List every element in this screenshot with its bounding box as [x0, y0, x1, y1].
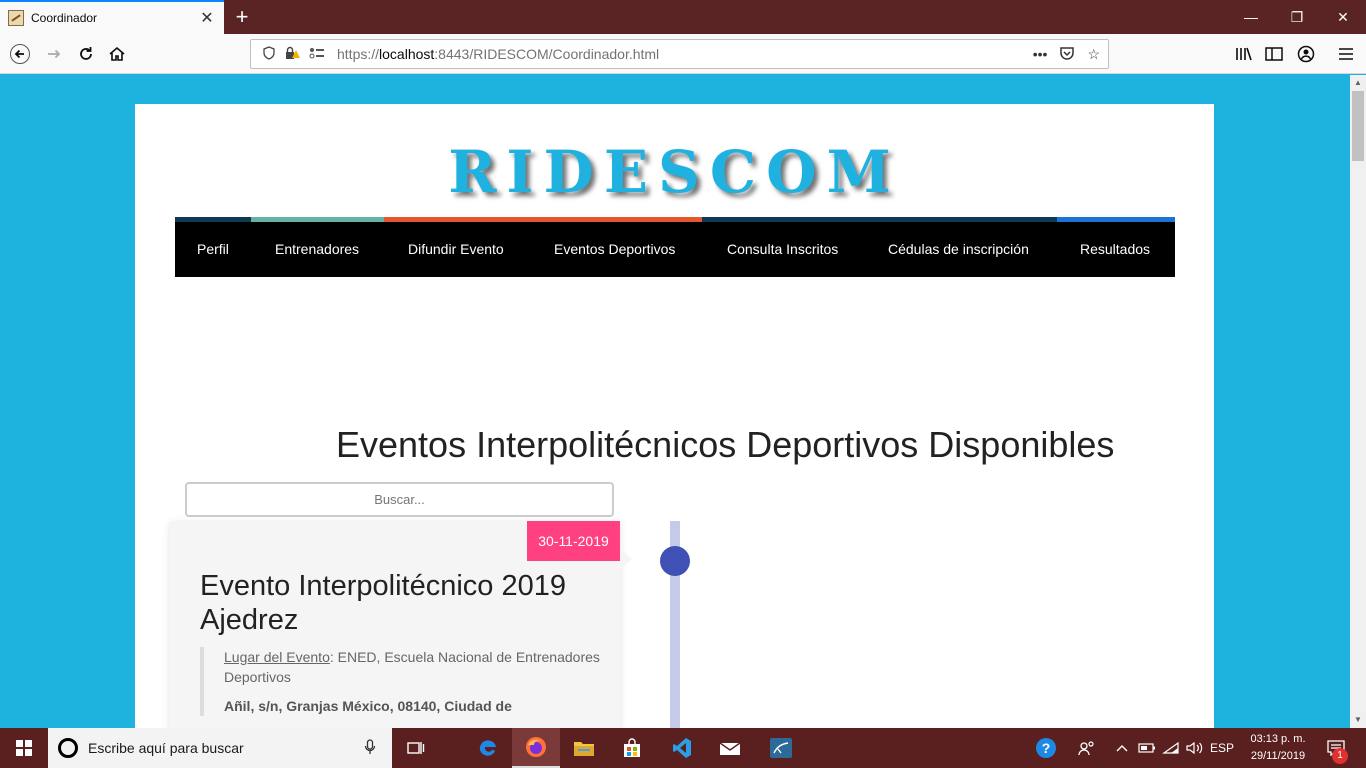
browser-nav-bar: https://localhost:8443/RIDESCOM/Coordina…: [0, 34, 1366, 74]
vscode-icon: [673, 738, 691, 758]
page-actions-icon[interactable]: •••: [1033, 46, 1048, 62]
taskbar-database-workbench[interactable]: [757, 728, 805, 768]
language-indicator[interactable]: ESP: [1208, 728, 1236, 768]
edge-browser-icon: [479, 740, 496, 756]
browser-tab[interactable]: Coordinador ✕: [0, 0, 224, 34]
lock-warning-icon[interactable]: [283, 46, 303, 63]
page-viewport: RIDESCOM Perfil Entrenadores Difundir Ev…: [0, 75, 1350, 728]
browser-tab-bar: Coordinador ✕ + — ❐ ✕: [0, 0, 1366, 34]
url-text[interactable]: https://localhost:8443/RIDESCOM/Coordina…: [337, 46, 1021, 62]
event-title: Evento Interpolitécnico 2019 Ajedrez: [200, 570, 566, 636]
taskbar-search-box[interactable]: Escribe aquí para buscar: [48, 728, 392, 768]
taskbar-clock[interactable]: 03:13 p. m. 29/11/2019: [1238, 731, 1318, 765]
taskbar-mail[interactable]: [706, 728, 754, 768]
home-icon: [109, 46, 125, 61]
card-arrow: [620, 549, 632, 569]
menu-item-entrenadores[interactable]: Entrenadores: [275, 222, 359, 277]
home-button[interactable]: [101, 38, 133, 70]
event-details: Lugar del Evento: ENED, Escuela Nacional…: [200, 647, 600, 716]
library-button[interactable]: [1228, 38, 1260, 70]
reload-button[interactable]: [70, 38, 102, 70]
new-tab-button[interactable]: +: [230, 3, 254, 31]
microphone-icon[interactable]: [358, 738, 382, 758]
store-bag-icon: [624, 738, 640, 757]
clock-date: 29/11/2019: [1250, 750, 1306, 762]
account-icon: [1297, 45, 1315, 63]
wifi-icon[interactable]: [1160, 728, 1182, 768]
scroll-down-arrow-icon[interactable]: ▼: [1350, 712, 1366, 728]
volume-icon[interactable]: [1184, 728, 1206, 768]
task-view-button[interactable]: [392, 728, 440, 768]
main-menu: Perfil Entrenadores Difundir Evento Even…: [175, 217, 1175, 277]
scroll-thumb[interactable]: [1352, 91, 1364, 161]
restore-button[interactable]: ❐: [1274, 0, 1320, 34]
help-tray-icon[interactable]: ?: [1030, 728, 1062, 768]
start-button[interactable]: [0, 728, 48, 768]
battery-icon[interactable]: [1136, 728, 1158, 768]
menu-button[interactable]: [1330, 38, 1362, 70]
back-button[interactable]: [4, 38, 36, 70]
people-icon[interactable]: [1072, 728, 1102, 768]
event-location: Lugar del Evento: ENED, Escuela Nacional…: [224, 647, 600, 687]
taskbar-file-explorer[interactable]: [560, 728, 608, 768]
event-card[interactable]: 30-11-2019 Evento Interpolitécnico 2019 …: [170, 521, 620, 728]
menu-item-perfil[interactable]: Perfil: [197, 222, 229, 277]
taskbar-edge[interactable]: [464, 728, 512, 768]
timeline-dot: [660, 546, 690, 576]
folder-icon: [574, 742, 594, 756]
taskbar-store[interactable]: [608, 728, 656, 768]
page-scrollbar[interactable]: ▲ ▼: [1350, 75, 1366, 728]
menu-item-consulta-inscritos[interactable]: Consulta Inscritos: [727, 222, 838, 277]
menu-item-resultados[interactable]: Resultados: [1080, 222, 1150, 277]
page-container: RIDESCOM Perfil Entrenadores Difundir Ev…: [135, 104, 1214, 728]
address-bar[interactable]: https://localhost:8443/RIDESCOM/Coordina…: [250, 39, 1109, 69]
forward-button[interactable]: [38, 38, 70, 70]
sidebar-icon: [1265, 47, 1283, 61]
bookmark-star-icon[interactable]: ☆: [1087, 46, 1100, 63]
event-date-badge: 30-11-2019: [527, 521, 620, 561]
pocket-icon[interactable]: [1059, 45, 1075, 64]
firefox-icon: [526, 737, 546, 757]
event-address: Añil, s/n, Granjas México, 08140, Ciudad…: [224, 698, 512, 714]
svg-text:?: ?: [1042, 740, 1051, 756]
reload-icon: [80, 47, 92, 60]
taskbar-vscode[interactable]: [658, 728, 706, 768]
cortana-icon: [58, 738, 78, 758]
sidebar-button[interactable]: [1258, 38, 1290, 70]
event-location-label: Lugar del Evento: [224, 649, 330, 665]
menu-item-cedulas-inscripcion[interactable]: Cédulas de inscripción: [888, 222, 1029, 277]
back-arrow-icon: [10, 44, 30, 64]
shield-icon[interactable]: [259, 45, 279, 63]
event-search-input[interactable]: [185, 482, 614, 517]
windows-taskbar: Escribe aquí para buscar ? ESP 03:13 p. …: [0, 728, 1366, 768]
site-logo: RIDESCOM: [448, 138, 901, 206]
workbench-icon: [770, 738, 792, 758]
account-button[interactable]: [1290, 38, 1322, 70]
taskbar-firefox[interactable]: [512, 728, 560, 768]
minimize-button[interactable]: —: [1228, 0, 1274, 34]
menu-item-difundir-evento[interactable]: Difundir Evento: [408, 222, 504, 277]
permissions-icon[interactable]: [307, 47, 327, 62]
site-favicon-icon: [8, 10, 24, 26]
library-icon: [1236, 47, 1252, 61]
mail-icon: [719, 742, 741, 755]
taskbar-search-placeholder: Escribe aquí para buscar: [88, 740, 244, 756]
close-tab-icon[interactable]: ✕: [198, 8, 216, 28]
forward-arrow-icon: [48, 49, 61, 59]
scroll-up-arrow-icon[interactable]: ▲: [1350, 75, 1366, 91]
notification-count-badge: 1: [1332, 748, 1348, 764]
menu-item-eventos-deportivos[interactable]: Eventos Deportivos: [554, 222, 675, 277]
hamburger-menu-icon: [1339, 48, 1353, 60]
section-title: Eventos Interpolitécnicos Deportivos Dis…: [336, 424, 1115, 465]
task-view-icon: [407, 742, 425, 754]
windows-logo-icon: [16, 740, 32, 756]
close-window-button[interactable]: ✕: [1320, 0, 1366, 34]
clock-time: 03:13 p. m.: [1250, 733, 1306, 745]
tab-title: Coordinador: [31, 11, 98, 25]
tray-chevron-up-icon[interactable]: [1112, 728, 1132, 768]
